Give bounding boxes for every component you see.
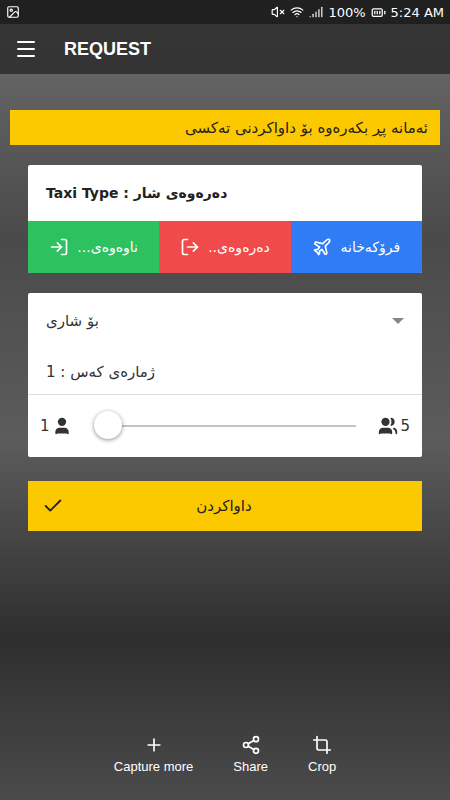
app-bar: REQUEST (0, 24, 450, 74)
screenshot-tool[interactable]: Share (233, 735, 268, 774)
trip-card: بۆ شاریژمارەی کەس : 115 (28, 293, 422, 457)
screenshot-tool[interactable]: Capture more (114, 735, 193, 774)
submit-button[interactable]: داواکردن (28, 481, 422, 531)
people-icon (378, 416, 398, 436)
passenger-slider: 15 (28, 395, 422, 457)
slider-thumb[interactable] (94, 411, 122, 439)
menu-icon[interactable] (14, 37, 38, 61)
gallery-icon (6, 5, 20, 19)
signal-icon (309, 5, 323, 19)
taxi-type-card: Taxi Type : دەرەوەی شارناوەوەی...دەرەوەی… (28, 165, 422, 273)
check-icon (42, 495, 64, 517)
battery-icon (371, 5, 386, 20)
mute-icon (271, 5, 285, 19)
wifi-icon (290, 5, 304, 19)
airport-icon (312, 237, 332, 257)
share-icon (241, 735, 261, 755)
in-icon (49, 237, 69, 257)
slider-max: 5 (400, 417, 410, 435)
status-bar: 100% 5:24 AM (0, 0, 450, 24)
battery-level: 100% (328, 5, 365, 20)
content: ئەمانە پڕ بکەرەوە بۆ داواکردنی تەکسی Taxi… (0, 74, 450, 531)
taxi-type-label: Taxi Type : دەرەوەی شار (28, 165, 422, 221)
crop-icon (312, 735, 332, 755)
taxi-type-button[interactable]: فرۆکەخانە (291, 221, 422, 273)
slider-track[interactable] (108, 425, 357, 427)
person-icon (52, 416, 72, 436)
out-icon (180, 237, 200, 257)
taxi-type-buttons: ناوەوەی...دەرەوەی..فرۆکەخانە (28, 221, 422, 273)
taxi-type-button[interactable]: ناوەوەی... (28, 221, 159, 273)
screenshot-tool[interactable]: Crop (308, 735, 336, 774)
app-title: REQUEST (64, 39, 151, 60)
screen: 100% 5:24 AM REQUEST ئەمانە پڕ بکەرەوە بۆ د… (0, 0, 450, 800)
clock: 5:24 AM (391, 5, 444, 20)
banner: ئەمانە پڕ بکەرەوە بۆ داواکردنی تەکسی (10, 110, 440, 145)
screenshot-toolbar: Capture more Share Crop (0, 735, 450, 800)
taxi-type-button[interactable]: دەرەوەی.. (159, 221, 290, 273)
caret-icon (392, 318, 404, 324)
passenger-label: ژمارەی کەس : 1 (28, 349, 422, 395)
plus-icon (144, 735, 164, 755)
city-dropdown[interactable]: بۆ شاری (28, 293, 422, 349)
slider-min: 1 (40, 417, 50, 435)
